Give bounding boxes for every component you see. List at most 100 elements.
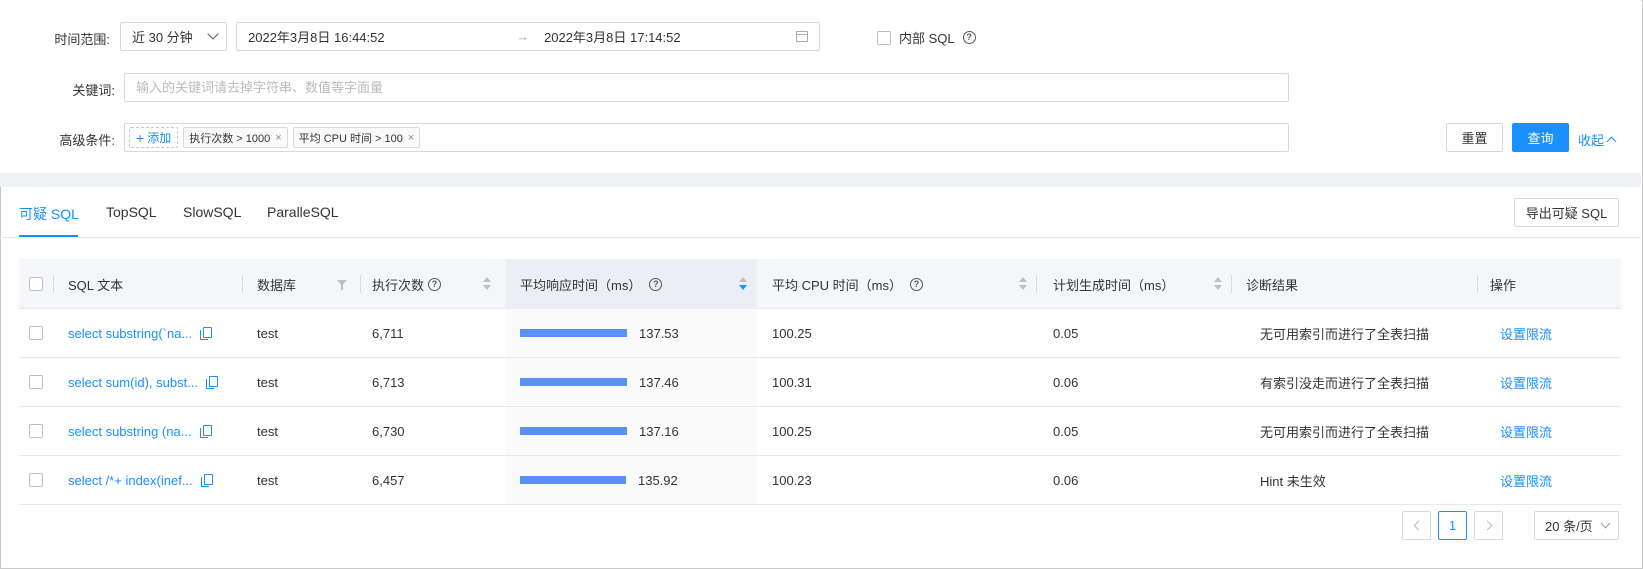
set-throttle-link[interactable]: 设置限流 bbox=[1500, 422, 1552, 441]
add-condition-button[interactable]: + 添加 bbox=[129, 127, 179, 148]
sql-text-cell: select sum(id), subst... bbox=[68, 358, 219, 406]
filter-panel: 时间范围: 近 30 分钟 2022年3月8日 16:44:52 → 2022年… bbox=[0, 0, 1641, 173]
copy-icon[interactable] bbox=[206, 376, 219, 389]
header-avg-cpu-label: 平均 CPU 时间（ms） bbox=[772, 277, 903, 293]
internal-sql-checkbox[interactable] bbox=[877, 30, 891, 45]
sort-icon[interactable] bbox=[1214, 277, 1222, 291]
tab-slowsql[interactable]: SlowSQL bbox=[183, 204, 241, 220]
time-range-select[interactable]: 近 30 分钟 bbox=[120, 22, 227, 51]
column-separator bbox=[242, 275, 243, 293]
sort-icon[interactable] bbox=[483, 277, 491, 291]
question-circle-icon[interactable]: ? bbox=[962, 31, 976, 44]
plan-gen-cell: 0.05 bbox=[1053, 423, 1079, 439]
sql-text-link[interactable]: select substring(`na... bbox=[68, 326, 192, 341]
column-separator bbox=[53, 275, 54, 293]
row-checkbox-cell bbox=[29, 456, 43, 504]
sql-text-link[interactable]: select sum(id), subst... bbox=[68, 375, 198, 390]
avg-response-cell: 135.92 bbox=[506, 456, 757, 504]
exec-count-cell: 6,713 bbox=[372, 374, 405, 390]
collapse-toggle[interactable]: 收起 bbox=[1578, 130, 1617, 149]
condition-tag-label: 平均 CPU 时间 > 100 bbox=[298, 132, 403, 145]
action-cell: 设置限流 bbox=[1500, 358, 1552, 406]
diagnosis-cell: 无可用索引而进行了全表扫描 bbox=[1260, 424, 1430, 440]
tab-topsql[interactable]: TopSQL bbox=[106, 204, 157, 220]
header-exec-count: 执行次数 ? bbox=[372, 259, 442, 309]
avg-response-value: 137.53 bbox=[639, 325, 679, 341]
table-row: select /*+ index(inef... test 6,457 135.92 1… bbox=[19, 456, 1621, 505]
avg-response-cell: 137.46 bbox=[506, 358, 757, 406]
row-checkbox[interactable] bbox=[29, 424, 43, 438]
copy-icon[interactable] bbox=[199, 425, 212, 438]
prev-page-button[interactable] bbox=[1402, 511, 1431, 540]
internal-sql-label: 内部 SQL bbox=[899, 31, 955, 46]
diagnosis-cell: Hint 未生效 bbox=[1260, 473, 1326, 489]
header-plan-gen: 计划生成时间（ms） bbox=[1053, 277, 1175, 293]
next-page-button[interactable] bbox=[1474, 511, 1503, 540]
diagnosis-cell: 有索引没走而进行了全表扫描 bbox=[1260, 375, 1430, 391]
select-all-checkbox[interactable] bbox=[29, 277, 43, 291]
exec-count-cell: 6,711 bbox=[372, 325, 404, 341]
reset-button[interactable]: 重置 bbox=[1446, 123, 1503, 152]
condition-tag: 平均 CPU 时间 > 100 × bbox=[292, 127, 421, 148]
set-throttle-link[interactable]: 设置限流 bbox=[1500, 324, 1552, 343]
header-avg-response[interactable]: 平均响应时间（ms） ? bbox=[506, 259, 757, 309]
page-size-select[interactable]: 20 条/页 bbox=[1534, 511, 1619, 540]
condition-tag: 执行次数 > 1000 × bbox=[183, 127, 288, 148]
column-separator bbox=[1231, 275, 1232, 293]
tab-parallesql[interactable]: ParalleSQL bbox=[267, 204, 339, 220]
avg-response-value: 137.46 bbox=[639, 374, 679, 390]
header-exec-count-label: 执行次数 bbox=[372, 277, 425, 293]
exec-count-cell: 6,730 bbox=[372, 423, 405, 439]
date-range-picker[interactable]: 2022年3月8日 16:44:52 → 2022年3月8日 17:14:52 bbox=[236, 22, 820, 51]
copy-icon[interactable] bbox=[200, 327, 213, 340]
collapse-label: 收起 bbox=[1578, 133, 1605, 148]
exec-count-cell: 6,457 bbox=[372, 472, 405, 488]
question-circle-icon[interactable]: ? bbox=[649, 277, 663, 291]
header-avg-response-label: 平均响应时间（ms） bbox=[520, 277, 642, 293]
query-button[interactable]: 查询 bbox=[1512, 123, 1569, 152]
row-checkbox[interactable] bbox=[29, 473, 43, 487]
close-icon[interactable]: × bbox=[408, 132, 414, 144]
keyword-field[interactable] bbox=[124, 73, 1289, 102]
avg-response-cell: 137.16 bbox=[506, 407, 757, 455]
avg-cpu-cell: 100.23 bbox=[772, 472, 812, 488]
arrow-right-icon: → bbox=[516, 29, 529, 44]
question-circle-icon[interactable]: ? bbox=[910, 277, 924, 291]
column-separator bbox=[1477, 275, 1478, 293]
export-button[interactable]: 导出可疑 SQL bbox=[1514, 198, 1619, 227]
copy-icon[interactable] bbox=[200, 474, 213, 487]
advanced-conditions[interactable]: + 添加 执行次数 > 1000 × 平均 CPU 时间 > 100 × bbox=[124, 123, 1289, 152]
table-row: select substring(`na... test 6,711 137.53 10… bbox=[19, 309, 1621, 358]
header-action: 操作 bbox=[1490, 277, 1517, 293]
sql-text-cell: select substring (na... bbox=[68, 407, 212, 455]
tab-suspicious-sql[interactable]: 可疑 SQL bbox=[19, 204, 79, 224]
sql-text-link[interactable]: select /*+ index(inef... bbox=[68, 473, 193, 488]
time-range-label: 时间范围: bbox=[54, 32, 110, 47]
chevron-up-icon bbox=[1606, 136, 1617, 147]
avg-response-cell: 137.53 bbox=[506, 309, 757, 357]
plan-gen-cell: 0.06 bbox=[1053, 374, 1079, 390]
start-date[interactable]: 2022年3月8日 16:44:52 bbox=[248, 27, 516, 46]
question-circle-icon[interactable]: ? bbox=[428, 277, 442, 291]
action-cell: 设置限流 bbox=[1500, 407, 1552, 455]
column-separator bbox=[1036, 275, 1037, 293]
plus-icon: + bbox=[136, 129, 145, 146]
sql-text-cell: select substring(`na... bbox=[68, 309, 213, 357]
set-throttle-link[interactable]: 设置限流 bbox=[1500, 373, 1552, 392]
table-row: select sum(id), subst... test 6,713 137.46 1… bbox=[19, 358, 1621, 407]
row-checkbox[interactable] bbox=[29, 326, 43, 340]
close-icon[interactable]: × bbox=[275, 132, 281, 144]
header-checkbox-cell bbox=[29, 259, 45, 309]
sql-text-cell: select /*+ index(inef... bbox=[68, 456, 213, 504]
sort-icon[interactable] bbox=[739, 277, 747, 291]
page-number[interactable]: 1 bbox=[1438, 511, 1467, 540]
sql-text-link[interactable]: select substring (na... bbox=[68, 424, 192, 439]
row-checkbox[interactable] bbox=[29, 375, 43, 389]
internal-sql-option[interactable]: 内部 SQL ? bbox=[877, 28, 976, 47]
keyword-input[interactable] bbox=[136, 80, 1288, 95]
end-date[interactable]: 2022年3月8日 17:14:52 bbox=[536, 27, 796, 46]
set-throttle-link[interactable]: 设置限流 bbox=[1500, 471, 1552, 490]
filter-icon[interactable] bbox=[337, 280, 347, 290]
sort-icon[interactable] bbox=[1019, 277, 1027, 291]
chevron-down-icon bbox=[1600, 518, 1611, 528]
